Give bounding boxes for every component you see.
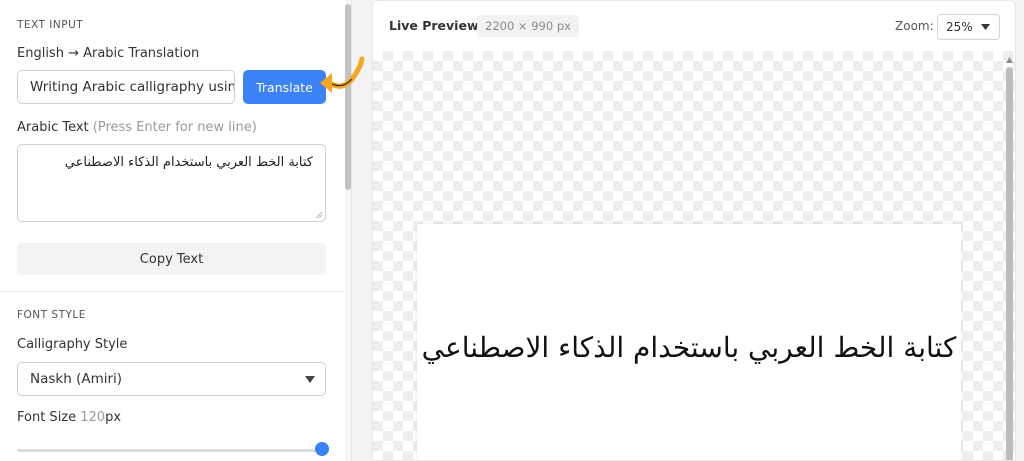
resize-grip-icon[interactable] [315, 211, 323, 219]
font-size-value: 120 [80, 410, 106, 425]
translation-label: English → Arabic Translation [17, 46, 200, 61]
arabic-textarea-value: كتابة الخط العربي باستخدام الذكاء الاصطن… [64, 155, 313, 170]
settings-panel: TEXT INPUT English → Arabic Translation … [0, 0, 352, 461]
section-divider [0, 291, 346, 292]
live-preview-title: Live Preview [389, 18, 479, 33]
arabic-text-hint: (Press Enter for new line) [92, 120, 257, 135]
text-input-heading: TEXT INPUT [17, 19, 84, 31]
chevron-down-icon [305, 376, 315, 383]
calligraphy-style-label: Calligraphy Style [17, 337, 128, 352]
canvas-dimensions-badge: 2200 × 990 px [477, 15, 579, 37]
calligraphy-style-value: Naskh (Amiri) [30, 371, 123, 387]
font-style-heading: FONT STYLE [17, 309, 86, 321]
translate-button[interactable]: Translate [243, 70, 326, 104]
arabic-text-label-main: Arabic Text [17, 120, 89, 135]
english-text-input[interactable]: Writing Arabic calligraphy using [17, 70, 235, 104]
preview-canvas-area: كتابة الخط العربي باستخدام الذكاء الاصطن… [373, 51, 1015, 460]
font-size-label: Font Size 120px [17, 410, 121, 425]
preview-canvas: كتابة الخط العربي باستخدام الذكاء الاصطن… [417, 224, 961, 460]
copy-text-button[interactable]: Copy Text [17, 243, 326, 275]
zoom-label: Zoom: [895, 19, 934, 33]
calligraphy-style-select[interactable]: Naskh (Amiri) [17, 362, 326, 396]
arabic-textarea[interactable]: كتابة الخط العربي باستخدام الذكاء الاصطن… [17, 144, 326, 222]
font-size-unit: px [105, 410, 122, 425]
font-size-slider-track[interactable] [17, 449, 322, 452]
preview-calligraphy-text: كتابة الخط العربي باستخدام الذكاء الاصطن… [421, 330, 957, 364]
font-size-label-text: Font Size [17, 410, 77, 425]
preview-scrollbar-thumb[interactable] [1006, 67, 1013, 460]
arabic-text-label: Arabic Text (Press Enter for new line) [17, 120, 257, 135]
zoom-value: 25% [946, 20, 973, 34]
zoom-select[interactable]: 25% [937, 14, 1000, 40]
left-scrollbar-thumb[interactable] [345, 4, 351, 190]
chevron-down-icon [981, 24, 990, 30]
hand-drawn-arrow-icon [320, 56, 365, 93]
font-size-slider-thumb[interactable] [315, 442, 329, 456]
preview-panel: Live Preview 2200 × 990 px Zoom: 25% كتا… [372, 0, 1016, 461]
